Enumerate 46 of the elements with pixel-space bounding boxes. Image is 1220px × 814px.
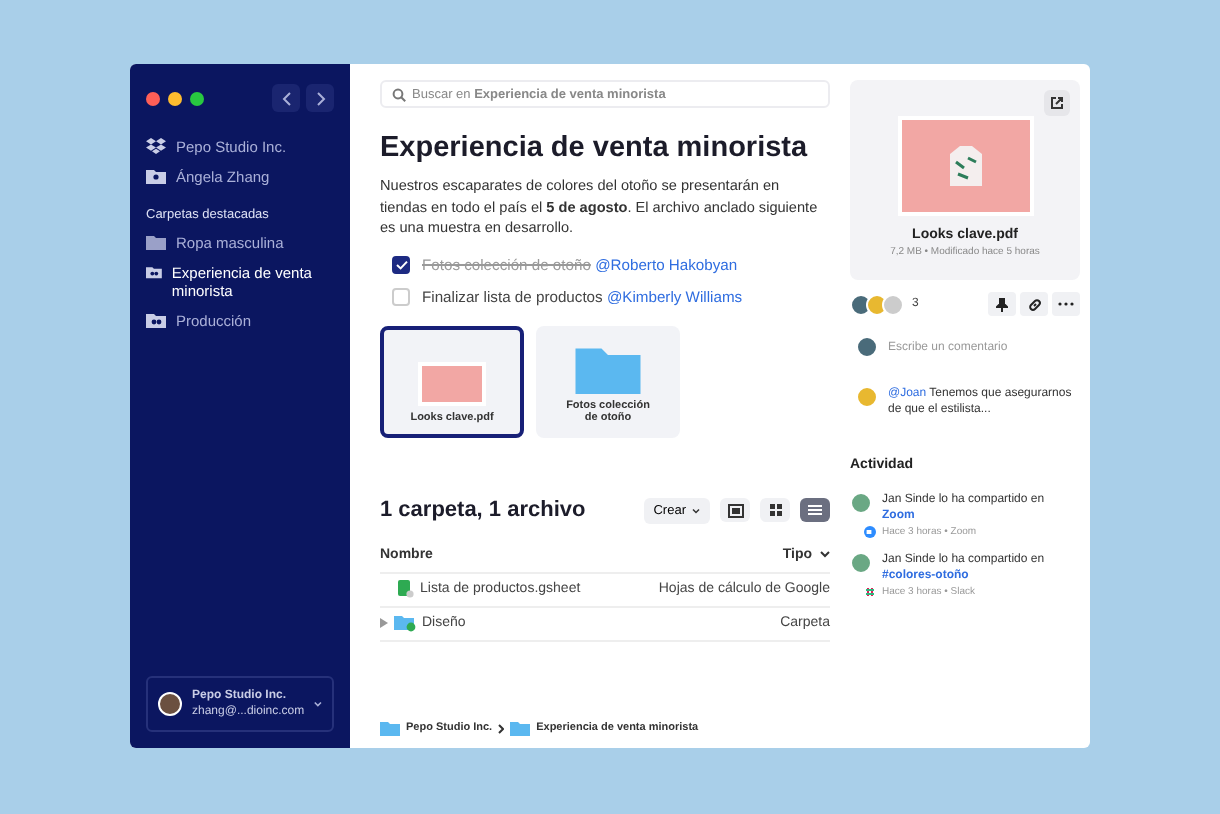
avatar	[866, 293, 888, 315]
list-view-button[interactable]	[800, 498, 830, 522]
avatar	[850, 552, 872, 574]
box-logo-icon	[146, 138, 166, 154]
chevron-right-icon	[498, 723, 505, 733]
window-controls[interactable]	[146, 91, 204, 105]
preview-icon	[727, 503, 743, 517]
avatar	[856, 336, 878, 358]
pin-icon	[996, 297, 1008, 311]
chevron-left-icon	[281, 91, 291, 105]
search-icon	[392, 87, 406, 101]
shirt-drawing	[949, 146, 981, 186]
shared-folder-icon	[146, 312, 166, 328]
preview-view-button[interactable]	[720, 498, 750, 522]
page-title: Experiencia de venta minorista	[380, 132, 810, 164]
back-button[interactable]	[272, 84, 300, 112]
shared-folder-icon	[146, 264, 162, 280]
link-icon	[1027, 297, 1041, 311]
shared-folder-icon	[394, 614, 416, 632]
chevron-right-icon	[315, 91, 325, 105]
avatar	[856, 386, 878, 408]
video-badge-icon	[864, 526, 876, 538]
pin-button[interactable]	[988, 292, 1016, 316]
folder-icon	[380, 720, 400, 736]
caret-icon	[820, 550, 830, 558]
external-link-icon	[1050, 96, 1064, 110]
link-button[interactable]	[1020, 292, 1048, 316]
avatar	[850, 293, 872, 315]
open-external-button[interactable]	[1044, 90, 1070, 116]
list-icon	[808, 504, 822, 516]
caret-icon	[692, 507, 700, 513]
avatar	[882, 293, 904, 315]
checkbox[interactable]	[392, 256, 410, 274]
grid-view-button[interactable]	[760, 498, 790, 522]
listing-heading: 1 carpeta, 1 archivo	[380, 498, 586, 522]
chevron-icon	[314, 700, 322, 708]
expand-arrow-icon[interactable]	[380, 618, 388, 628]
spreadsheet-icon	[398, 580, 414, 598]
image-thumbnail	[418, 362, 486, 406]
avatar	[850, 492, 872, 514]
person-folder-icon	[146, 168, 166, 184]
grid-icon	[769, 504, 781, 516]
folder-icon	[510, 720, 531, 736]
folder-icon	[146, 234, 166, 250]
hash-badge-icon	[864, 586, 876, 598]
forward-button[interactable]	[306, 84, 334, 112]
